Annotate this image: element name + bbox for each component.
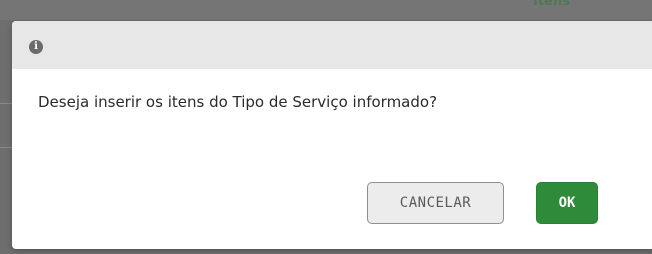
info-icon: i [29,40,43,54]
dialog-header: i [12,21,652,69]
cancel-button[interactable]: CANCELAR [367,182,504,224]
confirm-dialog: i Deseja inserir os itens do Tipo de Ser… [12,21,652,249]
background-divider [0,147,12,148]
dialog-message: Deseja inserir os itens do Tipo de Servi… [38,93,438,111]
ok-button[interactable]: OK [536,182,598,224]
background-peek-text: Itens [533,0,570,9]
background-divider [0,103,12,104]
